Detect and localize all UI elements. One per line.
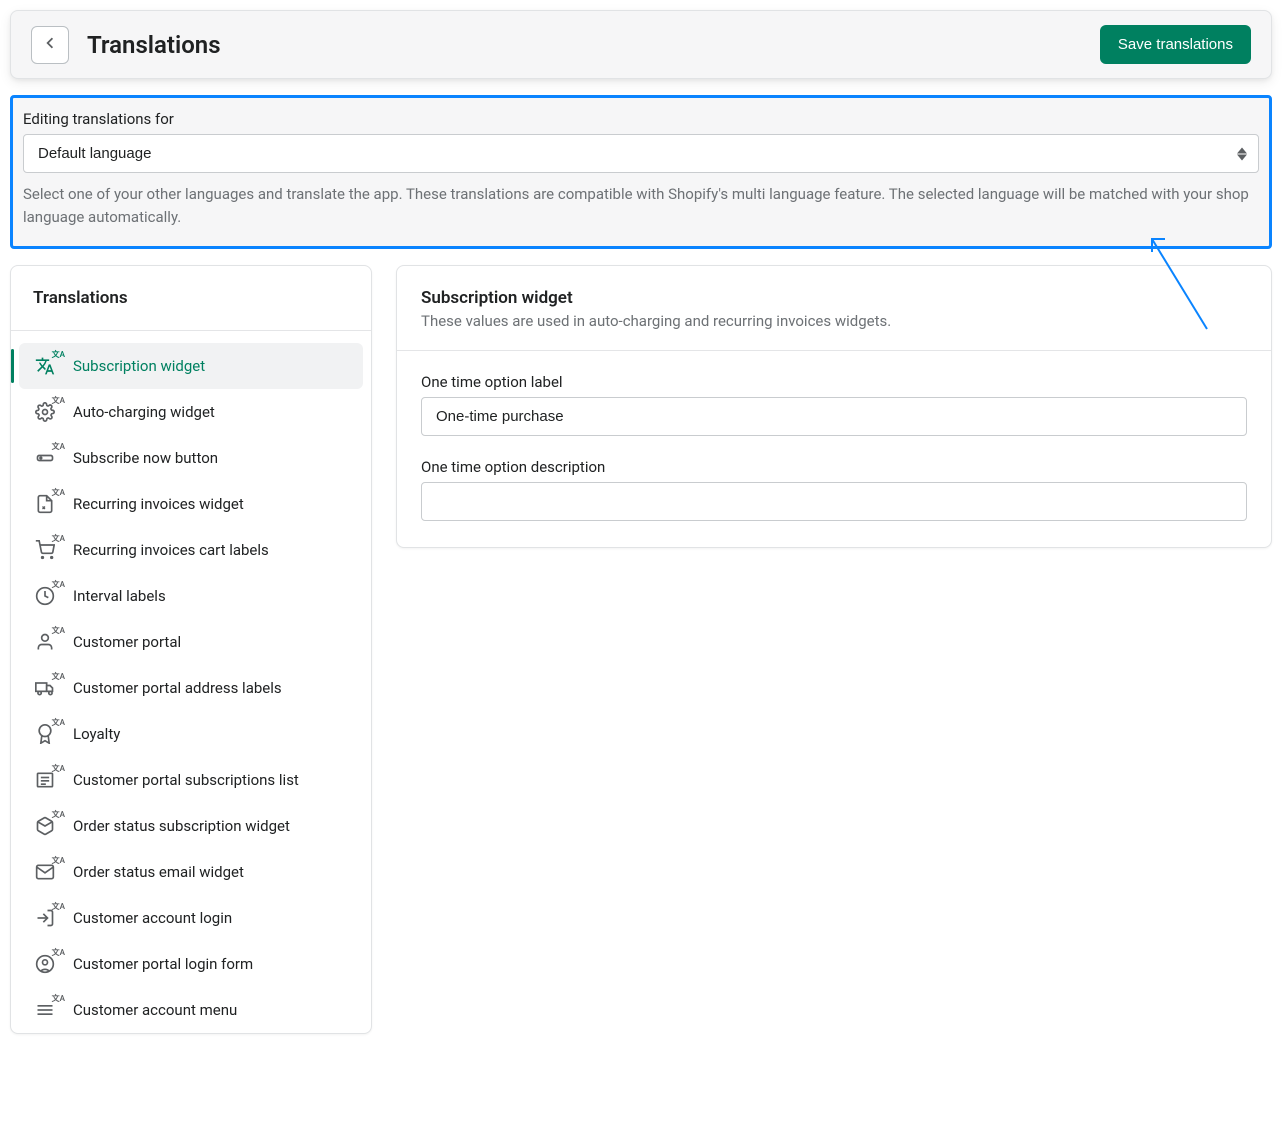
login-icon: 文A bbox=[33, 907, 57, 929]
back-button[interactable] bbox=[31, 26, 69, 64]
one-time-label-input[interactable] bbox=[421, 397, 1247, 436]
sidebar-heading: Translations bbox=[11, 266, 371, 331]
clock-icon: 文A bbox=[33, 585, 57, 607]
language-select[interactable]: Default language bbox=[23, 134, 1259, 173]
sidebar-item-label: Customer portal login form bbox=[73, 955, 253, 973]
sidebar-item-label: Customer portal bbox=[73, 633, 181, 651]
gear-icon: 文A bbox=[33, 401, 57, 423]
sidebar-item-label: Customer account login bbox=[73, 909, 232, 927]
sidebar-item-interval-labels[interactable]: 文A Interval labels bbox=[11, 573, 371, 619]
sidebar-item-label: Order status subscription widget bbox=[73, 817, 290, 835]
sidebar-item-subscribe-now-button[interactable]: 文A Subscribe now button bbox=[11, 435, 371, 481]
sidebar-item-label: Interval labels bbox=[73, 587, 166, 605]
one-time-label-label: One time option label bbox=[421, 373, 1247, 391]
one-time-desc-input[interactable] bbox=[421, 482, 1247, 521]
package-icon: 文A bbox=[33, 815, 57, 837]
sidebar-item-recurring-invoices-widget[interactable]: 文A Recurring invoices widget bbox=[11, 481, 371, 527]
language-selector-box: Editing translations for Default languag… bbox=[10, 95, 1272, 249]
form-icon: 文A bbox=[33, 953, 57, 975]
one-time-desc-label: One time option description bbox=[421, 458, 1247, 476]
sidebar-item-label: Customer portal address labels bbox=[73, 679, 282, 697]
language-select-label: Editing translations for bbox=[23, 110, 1259, 128]
arrow-left-icon bbox=[41, 34, 59, 55]
truck-icon: 文A bbox=[33, 677, 57, 699]
sidebar-item-subscription-widget[interactable]: 文A Subscription widget bbox=[19, 343, 363, 389]
mail-icon: 文A bbox=[33, 861, 57, 883]
sidebar-item-label: Customer portal subscriptions list bbox=[73, 771, 299, 789]
editor-subtitle: These values are used in auto-charging a… bbox=[421, 312, 1247, 330]
page-title: Translations bbox=[87, 31, 221, 59]
person-icon: 文A bbox=[33, 631, 57, 653]
list-icon: 文A bbox=[33, 769, 57, 791]
badge-icon: 文A bbox=[33, 723, 57, 745]
sidebar-item-customer-portal[interactable]: 文A Customer portal bbox=[11, 619, 371, 665]
page-header: Translations Save translations bbox=[10, 10, 1272, 79]
editor-title: Subscription widget bbox=[421, 288, 1247, 308]
sidebar-item-loyalty[interactable]: 文A Loyalty bbox=[11, 711, 371, 757]
sidebar-item-label: Recurring invoices cart labels bbox=[73, 541, 269, 559]
sidebar-item-recurring-invoices-cart-labels[interactable]: 文A Recurring invoices cart labels bbox=[11, 527, 371, 573]
save-translations-button[interactable]: Save translations bbox=[1100, 25, 1251, 64]
sidebar-item-customer-portal-login-form[interactable]: 文A Customer portal login form bbox=[11, 941, 371, 987]
sidebar-item-customer-account-login[interactable]: 文A Customer account login bbox=[11, 895, 371, 941]
sidebar-item-label: Subscribe now button bbox=[73, 449, 218, 467]
invoice-icon: 文A bbox=[33, 493, 57, 515]
sidebar-item-label: Order status email widget bbox=[73, 863, 244, 881]
language-help-text: Select one of your other languages and t… bbox=[23, 183, 1259, 228]
sidebar-item-order-status-subscription-widget[interactable]: 文A Order status subscription widget bbox=[11, 803, 371, 849]
sidebar-item-customer-portal-address-labels[interactable]: 文A Customer portal address labels bbox=[11, 665, 371, 711]
translations-sidebar: Translations 文A Subscription widget 文A Auto… bbox=[10, 265, 372, 1034]
sidebar-item-label: Auto-charging widget bbox=[73, 403, 215, 421]
translation-editor: Subscription widget These values are use… bbox=[396, 265, 1272, 548]
cart-icon: 文A bbox=[33, 539, 57, 561]
menu-icon: 文A bbox=[33, 999, 57, 1021]
sidebar-item-auto-charging-widget[interactable]: 文A Auto-charging widget bbox=[11, 389, 371, 435]
sidebar-item-customer-account-menu[interactable]: 文A Customer account menu bbox=[11, 987, 371, 1033]
sidebar-item-label: Loyalty bbox=[73, 725, 120, 743]
sidebar-item-order-status-email-widget[interactable]: 文A Order status email widget bbox=[11, 849, 371, 895]
sidebar-item-label: Customer account menu bbox=[73, 1001, 237, 1019]
sidebar-item-customer-portal-subscriptions-list[interactable]: 文A Customer portal subscriptions list bbox=[11, 757, 371, 803]
sidebar-item-label: Recurring invoices widget bbox=[73, 495, 244, 513]
sidebar-item-label: Subscription widget bbox=[73, 357, 205, 375]
button-icon: 文A bbox=[33, 447, 57, 469]
translate-icon: 文A bbox=[33, 355, 57, 377]
